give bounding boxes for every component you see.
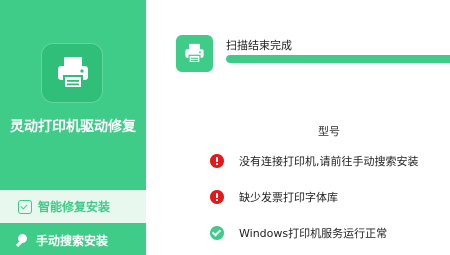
- search-icon: [16, 233, 30, 248]
- scan-printer-icon: [176, 35, 213, 72]
- scan-progress-fill: [226, 55, 450, 63]
- download-check-icon: [18, 199, 32, 214]
- sidebar: 灵动打印机驱动修复 智能修复安装 手动搜索安装: [0, 0, 146, 255]
- result-text: 缺少发票打印字体库: [239, 191, 338, 204]
- result-item-print-service: Windows打印机服务运行正常: [210, 225, 387, 241]
- check-icon: [210, 226, 224, 240]
- nav-manual-search[interactable]: 手动搜索安装: [0, 226, 146, 255]
- result-text: Windows打印机服务运行正常: [239, 227, 388, 240]
- error-icon: [210, 154, 224, 168]
- model-label: 型号: [318, 125, 340, 138]
- printer-icon: [41, 43, 103, 103]
- nav-manual-search-label: 手动搜索安装: [36, 234, 109, 248]
- nav-smart-repair[interactable]: 智能修复安装: [0, 190, 146, 223]
- result-text: 没有连接打印机,请前往手动搜索安装: [239, 155, 419, 168]
- result-item-invoice-font: 缺少发票打印字体库: [210, 189, 338, 205]
- app-title: 灵动打印机驱动修复: [10, 119, 136, 135]
- result-item-printer-connection: 没有连接打印机,请前往手动搜索安装: [210, 153, 419, 169]
- nav-smart-repair-label: 智能修复安装: [38, 200, 111, 214]
- scan-progress-bar: [226, 55, 450, 63]
- error-icon: [210, 190, 224, 204]
- scan-status-text: 扫描结束完成: [226, 39, 292, 52]
